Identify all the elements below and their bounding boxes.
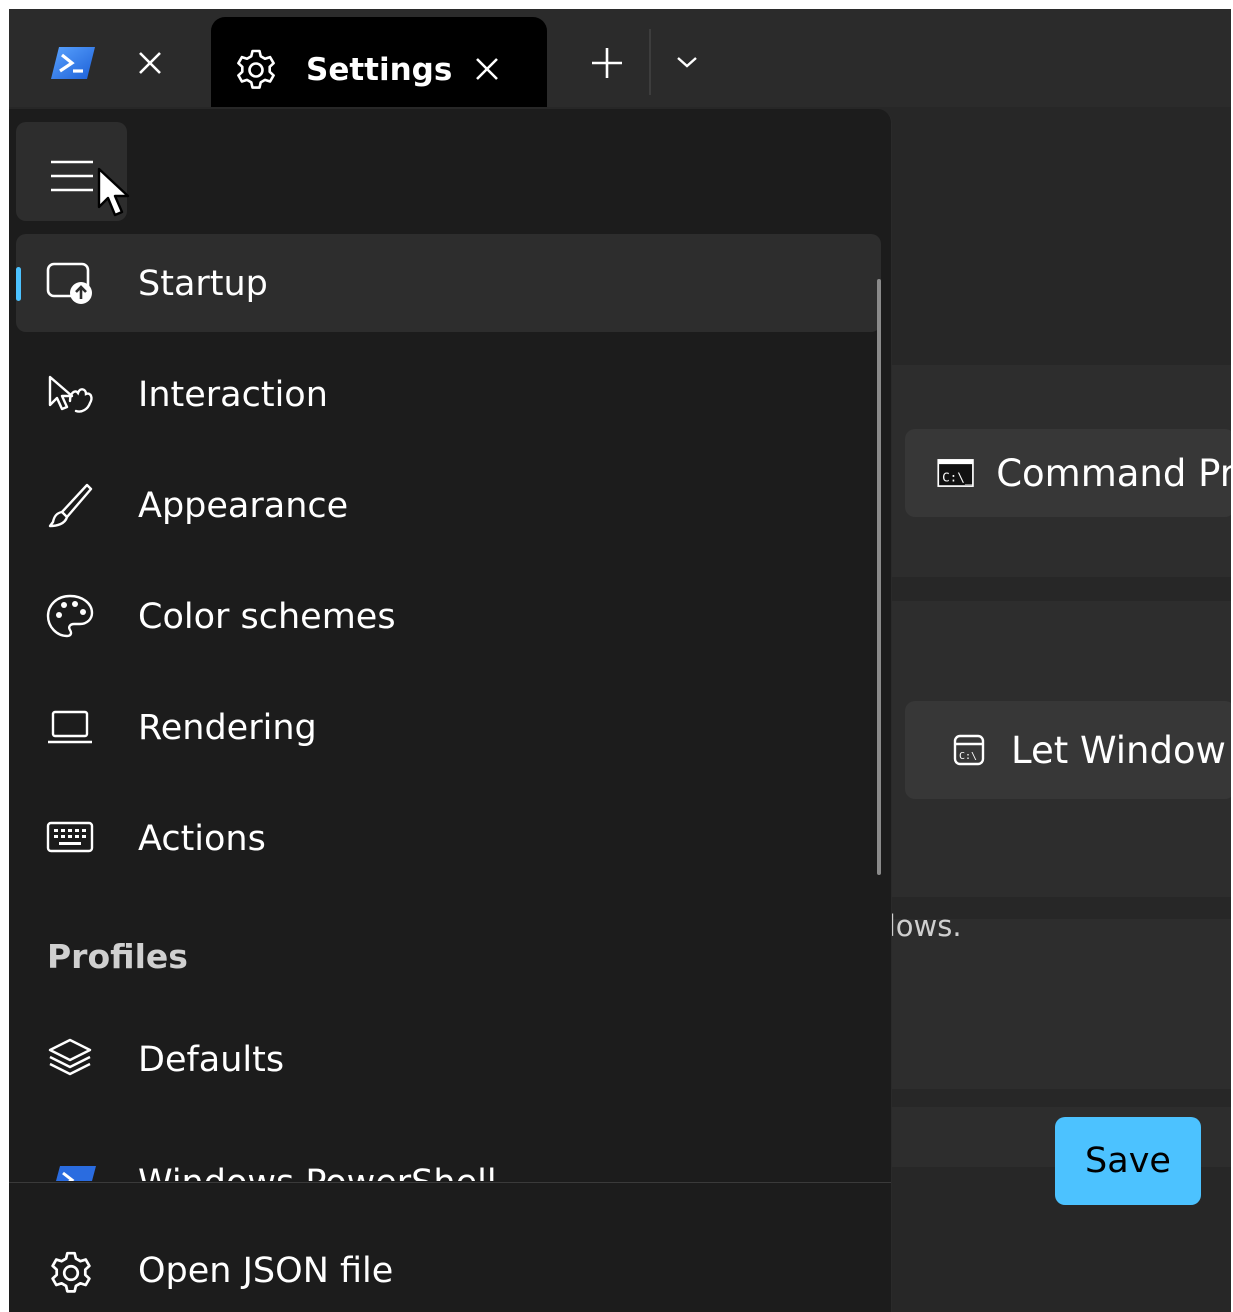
nav-item-label: Appearance xyxy=(138,486,349,526)
palette-icon xyxy=(46,594,94,638)
mouse-cursor-icon xyxy=(97,167,130,217)
terminal-app-icon: C:\ xyxy=(953,734,985,766)
nav-item-windows-powershell[interactable]: Windows PowerShell xyxy=(16,1155,881,1181)
new-tab-button[interactable] xyxy=(587,43,627,83)
navigation-pane: Startup Interaction Appearance Color sch… xyxy=(9,109,892,1312)
default-terminal-dropdown[interactable]: C:\ Let Window xyxy=(905,701,1231,799)
nav-item-startup[interactable]: Startup xyxy=(16,234,881,332)
plus-icon xyxy=(592,48,622,78)
tab-powershell-close-button[interactable] xyxy=(135,48,165,78)
default-terminal-value: Let Window xyxy=(1011,728,1226,772)
default-terminal-card: C:\ Let Window xyxy=(869,601,1231,897)
nav-item-color-schemes[interactable]: Color schemes xyxy=(16,567,881,665)
nav-item-interaction[interactable]: Interaction xyxy=(16,345,881,443)
gear-icon xyxy=(51,1251,91,1293)
hamburger-icon xyxy=(51,160,93,192)
nav-item-label: Actions xyxy=(138,819,266,859)
nav-item-label: Rendering xyxy=(138,708,317,748)
gear-icon xyxy=(233,47,279,93)
close-icon xyxy=(139,52,161,74)
nav-item-label: Windows PowerShell xyxy=(138,1163,497,1181)
tab-bar-divider xyxy=(649,29,651,95)
profiles-section-header: Profiles xyxy=(47,937,188,976)
nav-item-label: Defaults xyxy=(138,1040,285,1080)
nav-item-defaults[interactable]: Defaults xyxy=(16,1010,881,1108)
powershell-icon[interactable] xyxy=(51,47,95,79)
paintbrush-icon xyxy=(48,483,93,528)
close-icon xyxy=(476,58,498,80)
default-profile-card: C:\_ Command Pr xyxy=(869,365,1231,577)
tab-settings[interactable]: Settings xyxy=(211,17,547,107)
nav-item-label: Color schemes xyxy=(138,597,396,637)
description-card xyxy=(869,919,1231,1089)
svg-text:C:\: C:\ xyxy=(959,751,977,762)
open-json-file-label: Open JSON file xyxy=(138,1251,394,1291)
tab-settings-label: Settings xyxy=(306,52,453,88)
cmd-icon: C:\_ xyxy=(937,459,974,487)
tab-settings-close-button[interactable] xyxy=(472,54,502,84)
layers-icon xyxy=(48,1038,92,1076)
svg-text:C:\_: C:\_ xyxy=(942,469,973,484)
nav-item-actions[interactable]: Actions xyxy=(16,789,881,887)
open-json-file-button[interactable]: Open JSON file xyxy=(16,1221,881,1312)
footer-separator xyxy=(9,1182,891,1183)
startup-icon xyxy=(46,262,92,304)
save-button[interactable]: Save xyxy=(1055,1117,1201,1205)
selection-indicator xyxy=(16,267,21,301)
chevron-down-icon xyxy=(677,57,697,68)
nav-item-label: Startup xyxy=(138,264,268,304)
nav-item-rendering[interactable]: Rendering xyxy=(16,678,881,776)
default-profile-dropdown[interactable]: C:\_ Command Pr xyxy=(905,429,1231,517)
powershell-icon xyxy=(56,1166,96,1181)
nav-scrollbar[interactable] xyxy=(877,279,881,875)
tab-bar: Settings xyxy=(9,9,1231,107)
interaction-icon xyxy=(48,375,93,413)
nav-item-label: Interaction xyxy=(138,375,328,415)
terminal-window: Settings C:\_ Command Pr C:\ Let Window … xyxy=(9,9,1231,1312)
default-profile-value: Command Pr xyxy=(996,451,1231,495)
nav-item-appearance[interactable]: Appearance xyxy=(16,456,881,554)
laptop-icon xyxy=(48,710,92,744)
keyboard-icon xyxy=(46,821,94,853)
new-tab-dropdown-button[interactable] xyxy=(669,47,705,77)
